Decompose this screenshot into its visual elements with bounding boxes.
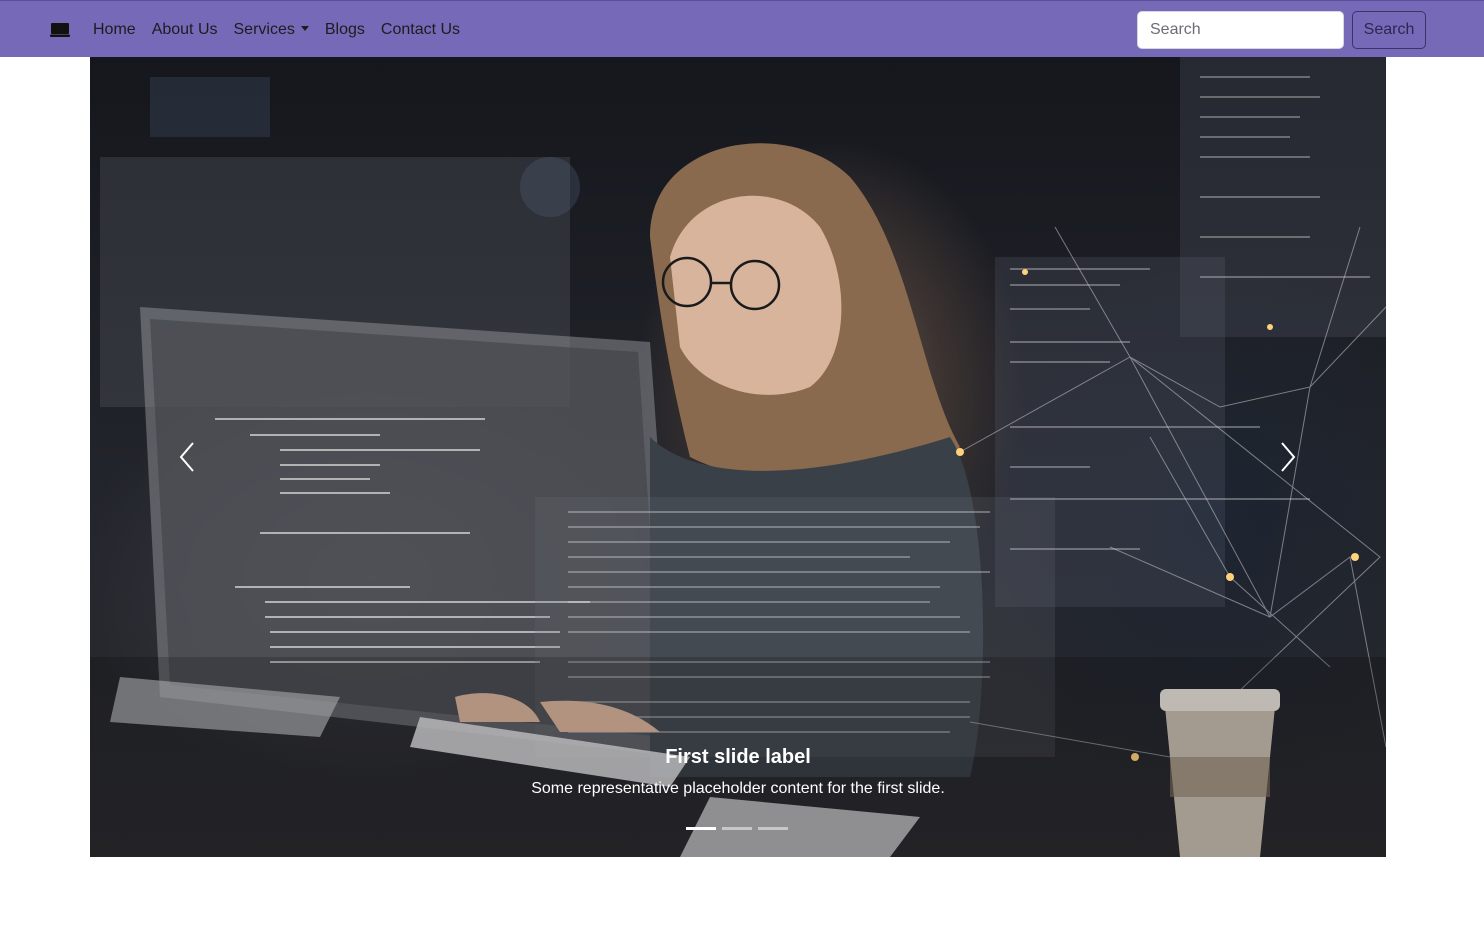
chevron-right-icon: [1281, 442, 1296, 472]
slide-image: [90, 57, 1386, 857]
chevron-left-icon: [179, 442, 194, 472]
carousel-indicator[interactable]: [686, 827, 716, 830]
search-button[interactable]: Search: [1352, 11, 1426, 49]
nav-link-services-label: Services: [233, 20, 295, 38]
slide-caption-text: Some representative placeholder content …: [531, 780, 945, 797]
section-heading-cropped: [270, 900, 1230, 940]
slide-caption-title: First slide label: [665, 746, 811, 768]
caret-down-icon: [300, 25, 309, 31]
nav-link-contact[interactable]: Contact Us: [381, 21, 460, 39]
hero-carousel: First slide label Some representative pl…: [90, 57, 1386, 857]
carousel-indicators: [686, 827, 788, 830]
search-input[interactable]: [1137, 11, 1344, 49]
nav-links: Home About Us Services Blogs Contact Us: [93, 1, 460, 58]
carousel-prev-button[interactable]: [167, 437, 207, 477]
nav-link-blogs[interactable]: Blogs: [325, 21, 365, 39]
nav-link-about[interactable]: About Us: [152, 21, 218, 39]
navbar: Home About Us Services Blogs Contact Us …: [0, 0, 1484, 57]
carousel-next-button[interactable]: [1268, 437, 1308, 477]
carousel-indicator[interactable]: [722, 827, 752, 830]
nav-link-home[interactable]: Home: [93, 21, 136, 39]
laptop-icon[interactable]: [50, 22, 70, 38]
nav-dropdown-services[interactable]: Services: [234, 21, 309, 39]
carousel-indicator[interactable]: [758, 827, 788, 830]
